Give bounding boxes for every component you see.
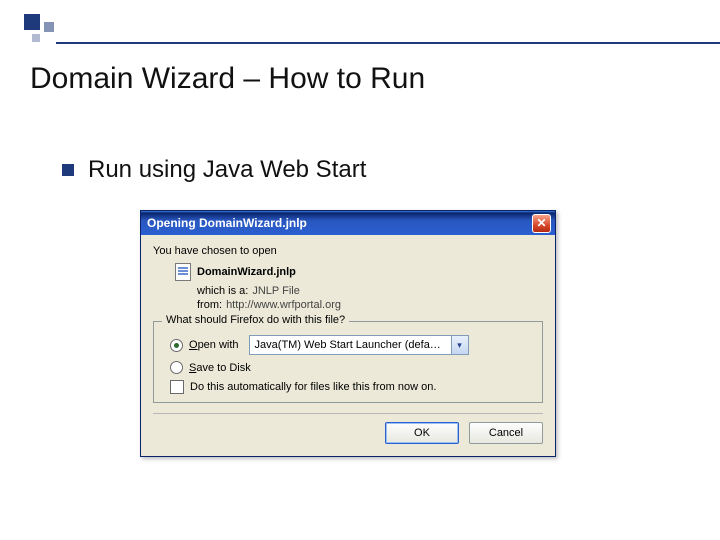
dialog-title: Opening DomainWizard.jnlp (147, 216, 307, 230)
header-rule (56, 42, 720, 44)
chevron-down-icon[interactable]: ▾ (451, 336, 468, 354)
from-value: http://www.wrfportal.org (226, 299, 341, 311)
from-label: from: (197, 299, 222, 311)
filename-text: DomainWizard.jnlp (197, 266, 296, 278)
open-file-dialog: Opening DomainWizard.jnlp ✕ You have cho… (140, 210, 556, 457)
ok-button[interactable]: OK (385, 422, 459, 444)
save-to-disk-label: Save to Disk (189, 362, 251, 374)
groupbox-legend: What should Firefox do with this file? (162, 314, 349, 326)
dialog-body: You have chosen to open DomainWizard.jnl… (141, 235, 555, 456)
open-with-label: Open with (189, 339, 239, 351)
file-from-row: from: http://www.wrfportal.org (197, 299, 543, 311)
slide: Domain Wizard – How to Run Run using Jav… (0, 0, 720, 540)
file-row: DomainWizard.jnlp (175, 263, 543, 281)
radio-open-with[interactable] (170, 339, 183, 352)
close-button[interactable]: ✕ (532, 214, 551, 233)
bullet-icon (62, 164, 74, 176)
file-type-value: JNLP File (252, 285, 299, 297)
dialog-titlebar[interactable]: Opening DomainWizard.jnlp ✕ (141, 211, 555, 235)
file-icon (175, 263, 191, 281)
save-to-disk-row[interactable]: Save to Disk (170, 361, 532, 374)
separator (153, 413, 543, 414)
auto-row[interactable]: Do this automatically for files like thi… (170, 380, 532, 394)
auto-label: Do this automatically for files like thi… (190, 381, 436, 393)
which-is-label: which is a: (197, 285, 248, 297)
button-row: OK Cancel (153, 422, 543, 444)
ok-label: OK (414, 427, 430, 439)
checkbox-auto[interactable] (170, 380, 184, 394)
page-title: Domain Wizard – How to Run (30, 62, 425, 96)
file-type-row: which is a: JNLP File (197, 285, 543, 297)
open-with-dropdown[interactable]: Java(TM) Web Start Launcher (defa… ▾ (249, 335, 469, 355)
bullet-item: Run using Java Web Start (62, 156, 366, 184)
cancel-button[interactable]: Cancel (469, 422, 543, 444)
action-groupbox: What should Firefox do with this file? O… (153, 321, 543, 403)
intro-text: You have chosen to open (153, 245, 543, 257)
open-with-row[interactable]: Open with Java(TM) Web Start Launcher (d… (170, 335, 532, 355)
close-icon: ✕ (536, 216, 546, 230)
bullet-text: Run using Java Web Start (88, 156, 366, 184)
radio-save-to-disk[interactable] (170, 361, 183, 374)
cancel-label: Cancel (489, 427, 523, 439)
open-with-value: Java(TM) Web Start Launcher (defa… (255, 339, 441, 351)
